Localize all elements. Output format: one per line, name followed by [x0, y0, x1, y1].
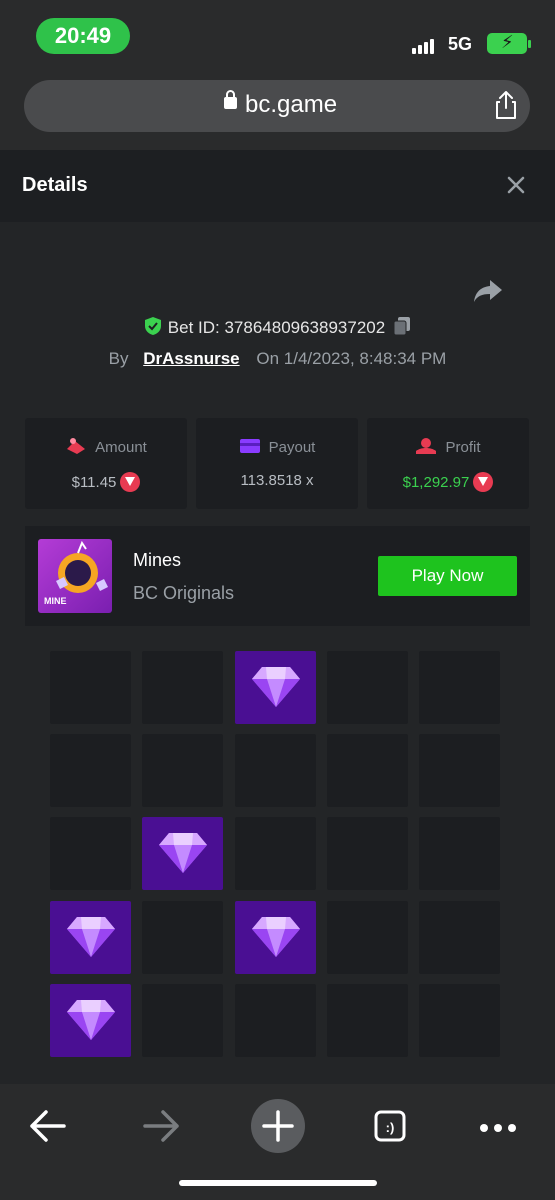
- amount-card: Amount $11.45: [25, 418, 187, 509]
- amount-label: Amount: [95, 439, 147, 456]
- grid-tile: [142, 984, 223, 1057]
- details-header: Details: [0, 150, 555, 222]
- grid-tile: [50, 734, 131, 807]
- grid-tile: [419, 651, 500, 724]
- gem-tile: [50, 984, 131, 1057]
- battery-icon: ⚡: [487, 32, 531, 54]
- address-bar[interactable]: bc.game: [24, 80, 530, 132]
- bet-id-line: Bet ID: 37864809638937202: [0, 316, 555, 338]
- share-icon[interactable]: [494, 90, 518, 120]
- gem-tile: [235, 651, 316, 724]
- amount-icon: [67, 438, 86, 454]
- profit-card: Profit $1,292.97: [367, 418, 529, 509]
- status-time: 20:49: [36, 18, 130, 54]
- bet-id: Bet ID: 37864809638937202: [167, 318, 386, 337]
- grid-tile: [142, 734, 223, 807]
- details-title: Details: [22, 174, 88, 196]
- on-label: On: [256, 349, 280, 368]
- lock-icon: [224, 90, 237, 109]
- payout-label: Payout: [268, 439, 316, 456]
- gem-tile: [50, 901, 131, 974]
- profit-label: Profit: [445, 439, 481, 456]
- status-bar: 20:49 5G ⚡: [0, 0, 555, 72]
- bet-author-line: By DrAssnurse On 1/4/2023, 8:48:34 PM: [0, 349, 555, 369]
- by-label: By: [108, 349, 129, 368]
- browser-url-area: bc.game: [0, 72, 555, 150]
- grid-tile: [235, 984, 316, 1057]
- grid-tile: [419, 817, 500, 890]
- verified-shield-icon: [144, 317, 161, 335]
- profit-value: $1,292.97: [402, 474, 470, 491]
- game-card: MINE Mines BC Originals Play Now: [25, 526, 530, 626]
- gem-tile: [142, 817, 223, 890]
- grid-tile: [419, 734, 500, 807]
- diamond-icon: [67, 917, 115, 957]
- grid-tile: [142, 651, 223, 724]
- grid-tile: [419, 984, 500, 1057]
- home-indicator: [179, 1180, 377, 1186]
- bet-datetime: 1/4/2023, 8:48:34 PM: [283, 349, 447, 368]
- copy-icon[interactable]: [393, 316, 411, 336]
- thumb-label: MINE: [44, 596, 67, 606]
- payout-card: Payout 113.8518 x: [196, 418, 358, 509]
- share-forward-icon[interactable]: [472, 278, 504, 304]
- grid-tile: [235, 817, 316, 890]
- grid-tile: [142, 901, 223, 974]
- diamond-icon: [252, 667, 300, 707]
- game-provider: BC Originals: [133, 583, 235, 603]
- svg-text::): :): [386, 1120, 395, 1135]
- grid-tile: [327, 901, 408, 974]
- signal-icon: [412, 36, 436, 54]
- grid-tile: [327, 651, 408, 724]
- grid-tile: [327, 734, 408, 807]
- payout-value: 113.8518 x: [240, 472, 314, 489]
- gem-tile: [235, 901, 316, 974]
- grid-tile: [327, 817, 408, 890]
- profit-icon: [416, 438, 437, 454]
- grid-tile: [327, 984, 408, 1057]
- mines-game-thumbnail[interactable]: MINE: [38, 539, 112, 613]
- payout-icon: [239, 439, 260, 453]
- username-link[interactable]: DrAssnurse: [143, 349, 239, 368]
- grid-tile: [419, 901, 500, 974]
- game-name: Mines: [133, 550, 182, 570]
- url-text: bc.game: [245, 91, 338, 118]
- diamond-icon: [67, 1000, 115, 1040]
- new-tab-plus-icon[interactable]: [248, 1096, 308, 1156]
- back-arrow-icon[interactable]: [18, 1096, 78, 1156]
- network-label: 5G: [448, 34, 473, 54]
- trx-coin-icon: [120, 472, 141, 492]
- diamond-icon: [252, 917, 300, 957]
- diamond-icon: [159, 833, 207, 873]
- forward-arrow-icon[interactable]: [131, 1096, 191, 1156]
- more-menu-icon[interactable]: [468, 1096, 528, 1156]
- amount-value: $11.45: [71, 474, 117, 491]
- grid-tile: [50, 651, 131, 724]
- tabs-switcher-icon[interactable]: :): [361, 1096, 421, 1156]
- play-now-button[interactable]: Play Now: [378, 556, 517, 596]
- trx-coin-icon: [473, 472, 494, 492]
- close-icon[interactable]: [505, 174, 527, 196]
- grid-tile: [50, 817, 131, 890]
- grid-tile: [235, 734, 316, 807]
